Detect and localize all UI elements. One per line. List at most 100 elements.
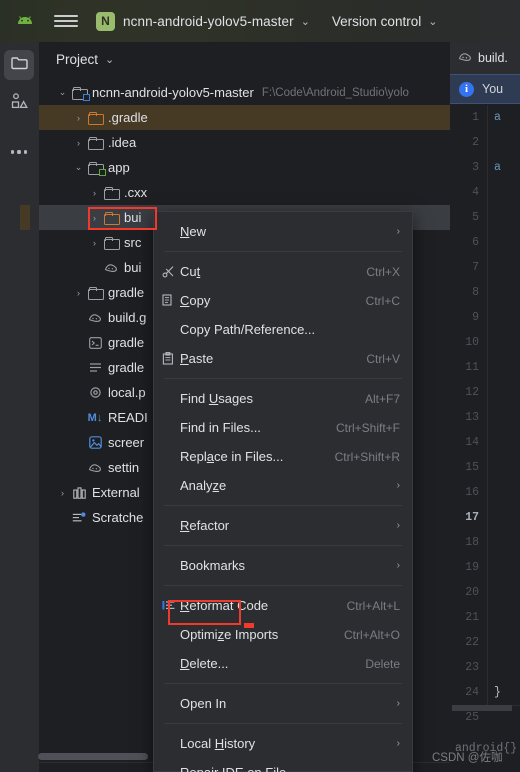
tool-window-rail	[0, 42, 38, 772]
editor-code-line	[488, 580, 520, 605]
tree-row-ncnn-android-yolov5-master[interactable]: ⌄ ncnn-android-yolov5-master F:\Code\Andro…	[38, 80, 450, 105]
project-panel-chevron-down-icon[interactable]: ⌄	[105, 53, 114, 66]
tree-expand-arrow-icon[interactable]: ›	[72, 113, 85, 123]
folder-icon	[85, 286, 105, 300]
image-file-icon	[85, 436, 105, 449]
module-folder-green-icon	[85, 161, 106, 176]
project-name[interactable]: ncnn-android-yolov5-master	[123, 14, 294, 29]
project-chevron-down-icon[interactable]: ⌄	[301, 15, 310, 28]
editor-line-number: 1	[472, 111, 479, 124]
version-control-chevron-down-icon[interactable]: ⌄	[428, 15, 437, 28]
editor-code-line	[488, 505, 520, 530]
editor-line-number: 21	[465, 611, 479, 624]
tree-row-label: External	[92, 485, 140, 500]
menu-item-label: Bookmarks	[180, 558, 246, 573]
menu-item-copy[interactable]: Copy Ctrl+C	[154, 286, 412, 315]
tree-row--cxx[interactable]: › .cxx	[38, 180, 450, 205]
menu-item-copy-path-reference[interactable]: Copy Path/Reference...	[154, 315, 412, 344]
menu-item-open-in[interactable]: Open In ›	[154, 689, 412, 718]
android-studio-window: N ncnn-android-yolov5-master ⌄ Version c…	[0, 0, 520, 772]
copy-icon	[160, 293, 176, 309]
menu-item-shortcut: Alt+F7	[364, 391, 400, 406]
menu-separator	[164, 723, 402, 724]
paste-icon	[160, 351, 176, 367]
tree-expand-arrow-icon[interactable]: ⌄	[72, 162, 85, 173]
menu-item-local-history[interactable]: Local History ›	[154, 729, 412, 758]
editor-line-number: 13	[465, 411, 479, 424]
menu-item-reformat-code[interactable]: Reformat Code Ctrl+Alt+L	[154, 591, 412, 620]
folder-icon	[101, 236, 121, 250]
editor-code-line	[488, 555, 520, 580]
editor-line-number: 22	[465, 636, 479, 649]
android-icon	[14, 10, 36, 32]
sidebar-item-project[interactable]	[4, 50, 34, 80]
gradle-file-icon	[85, 312, 105, 323]
module-folder-icon	[69, 86, 90, 101]
tree-row--gradle[interactable]: › .gradle	[38, 105, 450, 130]
editor-hscrollbar[interactable]	[452, 705, 512, 711]
editor-code-line	[488, 305, 520, 330]
menu-item-label: Replace in Files...	[180, 449, 284, 464]
cut-icon	[160, 264, 176, 280]
editor-code-line	[488, 180, 520, 205]
submenu-chevron-right-icon: ›	[396, 560, 400, 571]
menu-item-delete[interactable]: Delete... Delete	[154, 649, 412, 678]
menu-item-replace-in-files[interactable]: Replace in Files... Ctrl+Shift+R	[154, 442, 412, 471]
settings-file-icon	[85, 386, 105, 399]
sidebar-item-structure[interactable]	[4, 88, 34, 118]
tree-row--idea[interactable]: › .idea	[38, 130, 450, 155]
menu-item-paste[interactable]: Paste Ctrl+V	[154, 344, 412, 373]
tree-row-label: local.p	[108, 385, 146, 400]
tree-expand-arrow-icon[interactable]: ›	[56, 488, 69, 498]
version-control-button[interactable]: Version control	[332, 14, 421, 29]
properties-file-icon	[85, 362, 105, 373]
tree-expand-arrow-icon[interactable]: ›	[88, 213, 101, 223]
menu-item-find-in-files[interactable]: Find in Files... Ctrl+Shift+F	[154, 413, 412, 442]
tree-expand-arrow-icon[interactable]: ⌄	[56, 87, 69, 98]
editor-line-number: 2	[472, 136, 479, 149]
editor-code-line	[488, 130, 520, 155]
tree-row-label: gradle	[108, 335, 145, 350]
editor-line-number: 8	[472, 286, 479, 299]
tree-row-label: READI	[108, 410, 148, 425]
menu-separator	[164, 505, 402, 506]
menu-item-repair-ide-on-file[interactable]: Repair IDE on File	[154, 758, 412, 772]
project-panel-hscrollbar[interactable]	[38, 753, 148, 760]
markdown-file-icon: M↓	[87, 411, 103, 424]
menu-item-label: Repair IDE on File	[180, 765, 400, 772]
folder-orange-icon	[101, 211, 121, 225]
tree-row-label: settin	[108, 460, 140, 475]
menu-item-new[interactable]: New ›	[154, 217, 412, 246]
project-panel-header[interactable]: Project ⌄	[38, 42, 450, 76]
menu-item-cut[interactable]: Cut Ctrl+X	[154, 257, 412, 286]
folder-icon	[85, 136, 105, 150]
tree-row-app[interactable]: ⌄ app	[38, 155, 450, 180]
menu-item-refactor[interactable]: Refactor ›	[154, 511, 412, 540]
more-tool-windows-icon[interactable]	[4, 140, 34, 164]
menu-item-bookmarks[interactable]: Bookmarks ›	[154, 551, 412, 580]
menu-item-label: Analyze	[180, 478, 227, 493]
menu-item-find-usages[interactable]: Find Usages Alt+F7	[154, 384, 412, 413]
editor-line-number: 7	[472, 261, 479, 274]
menu-item-label: Refactor	[180, 518, 230, 533]
editor-code-column[interactable]: a a}	[487, 105, 520, 705]
editor-tab-build-gradle[interactable]: build.	[458, 51, 508, 65]
editor-line-number: 17	[465, 511, 479, 524]
tree-expand-arrow-icon[interactable]: ›	[72, 288, 85, 298]
tree-row-label: .cxx	[124, 185, 148, 200]
editor-tab-label: build.	[478, 51, 508, 65]
tree-expand-arrow-icon[interactable]: ›	[72, 138, 85, 148]
editor-code-line	[488, 480, 520, 505]
hamburger-menu-icon[interactable]	[54, 9, 78, 33]
reformat-code-icon	[160, 598, 176, 614]
menu-item-optimize-imports[interactable]: Optimize Imports Ctrl+Alt+O	[154, 620, 412, 649]
tree-expand-arrow-icon[interactable]: ›	[88, 188, 101, 198]
tree-row-label: bui	[124, 210, 142, 225]
tree-row-label: src	[124, 235, 142, 250]
editor-line-number: 11	[465, 361, 479, 374]
tree-expand-arrow-icon[interactable]: ›	[88, 238, 101, 248]
menu-item-analyze[interactable]: Analyze ›	[154, 471, 412, 500]
menu-item-shortcut: Ctrl+Shift+R	[334, 449, 400, 464]
editor-code-line	[488, 330, 520, 355]
editor-code-line	[488, 205, 520, 230]
